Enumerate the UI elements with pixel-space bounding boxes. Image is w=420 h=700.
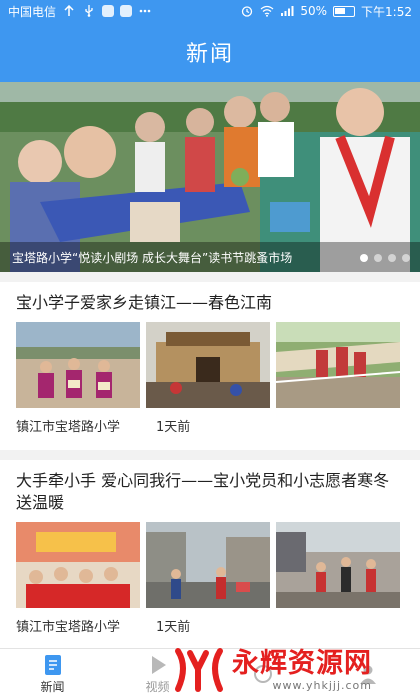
news-title[interactable]: 宝小学子爱家乡走镇江——春色江南 [16,282,404,314]
news-meta: 镇江市宝塔路小学 1天前 [16,616,404,635]
banner-dot[interactable] [374,254,382,262]
status-bar: 中国电信 50% 下午1:52 [0,0,420,22]
more-notifications-icon [138,5,152,17]
battery-percent: 50% [300,4,328,18]
news-thumbnails [16,522,404,608]
tab-video[interactable]: 视频 [105,649,210,700]
news-thumbnail[interactable] [16,322,140,408]
usb-icon [82,5,96,17]
user-icon [359,665,376,684]
news-thumbnail[interactable] [16,522,140,608]
battery-icon [333,5,356,17]
status-right: 50% 下午1:52 [240,3,412,20]
banner-caption-text: 宝塔路小学“悦读小剧场 成长大舞台”读书节跳蚤市场 [12,250,293,265]
circle-icon [253,664,272,683]
alarm-icon [240,5,254,17]
play-icon [151,656,166,674]
news-thumbnail[interactable] [146,322,270,408]
notification-icon [62,4,76,17]
news-source: 镇江市宝塔路小学 [16,620,121,635]
news-item[interactable]: 宝小学子爱家乡走镇江——春色江南 镇江市宝塔路小学 1天前 [0,282,420,450]
news-meta: 镇江市宝塔路小学 1天前 [16,416,404,435]
banner-dot[interactable] [360,254,368,262]
banner-pagination[interactable] [360,254,410,262]
bottom-tab-bar: 新闻 视频 [0,648,420,700]
banner-dot[interactable] [402,254,410,262]
tab-label: 新闻 [40,680,65,694]
news-source: 镇江市宝塔路小学 [16,420,121,435]
news-time: 1天前 [156,420,191,435]
news-thumbnail[interactable] [276,322,400,408]
status-left: 中国电信 [8,3,240,20]
tab-fourth[interactable] [315,649,420,700]
clock-label: 下午1:52 [361,4,412,19]
banner-carousel[interactable]: 宝塔路小学“悦读小剧场 成长大舞台”读书节跳蚤市场 [0,82,420,272]
news-title[interactable]: 大手牵小手 爱心同我行——宝小党员和小志愿者寒冬送温暖 [16,460,404,514]
app-header: 新闻 [0,22,420,82]
message-notification-icon [120,5,133,17]
news-time: 1天前 [156,620,191,635]
page-title: 新闻 [185,42,234,67]
signal-icon [280,5,294,17]
news-thumbnail[interactable] [276,522,400,608]
document-icon [44,655,61,675]
wifi-icon [260,5,274,17]
news-item[interactable]: 大手牵小手 爱心同我行——宝小党员和小志愿者寒冬送温暖 镇江市宝塔路小学 1天前 [0,460,420,650]
app-notification-icon [102,5,115,17]
news-thumbnail[interactable] [146,522,270,608]
tab-news[interactable]: 新闻 [0,649,105,700]
tab-third[interactable] [210,649,315,700]
carrier-label: 中国电信 [8,4,57,19]
news-thumbnails [16,322,404,408]
tab-label: 视频 [145,680,170,694]
banner-dot[interactable] [388,254,396,262]
banner-caption: 宝塔路小学“悦读小剧场 成长大舞台”读书节跳蚤市场 [0,242,420,272]
